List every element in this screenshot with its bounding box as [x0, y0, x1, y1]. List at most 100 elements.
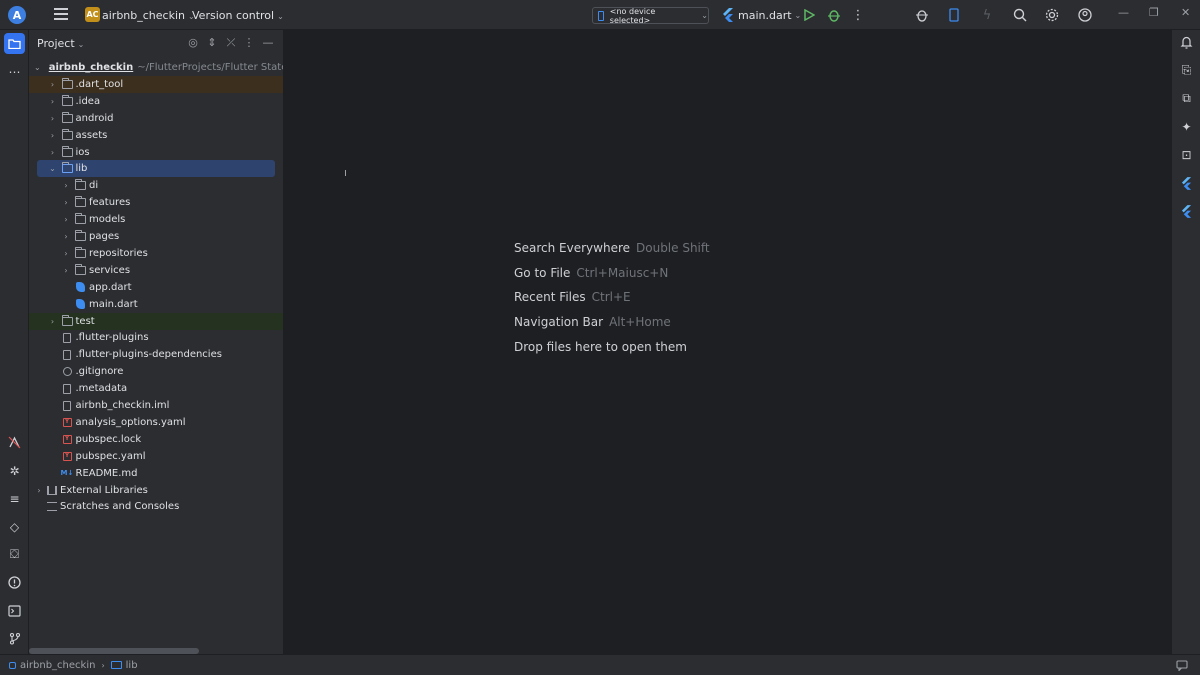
close-icon[interactable]: ✕ [1181, 6, 1190, 19]
git-branch-icon[interactable] [4, 628, 25, 649]
tree-item-test[interactable]: › test [29, 312, 283, 330]
tree-item-di[interactable]: › di [29, 177, 283, 194]
breadcrumb-project[interactable]: airbnb_checkin [20, 660, 95, 671]
run-icon[interactable] [800, 6, 818, 24]
status-message-icon[interactable] [1176, 660, 1188, 674]
tree-item-analysis-options-yaml[interactable]: Yanalysis_options.yaml [29, 414, 283, 431]
logcat-icon[interactable]: ≡ [4, 488, 25, 509]
main-menu-icon[interactable] [54, 8, 68, 22]
version-control-menu[interactable]: Version control ⌄ [192, 9, 284, 22]
chevron-right-icon[interactable]: › [61, 249, 71, 258]
app-quality-icon[interactable]: ⛋ [4, 544, 25, 565]
flutter-inspector-icon[interactable] [1178, 175, 1195, 192]
minimize-icon[interactable]: — [1118, 6, 1129, 19]
folder-icon [61, 145, 73, 157]
chevron-right-icon[interactable]: › [61, 266, 71, 275]
more-actions-icon[interactable]: ⋮ [849, 6, 867, 24]
tree-item-label: External Libraries [60, 484, 148, 496]
tree-item-assets[interactable]: › assets [29, 127, 283, 144]
tree-item-pubspec-yaml[interactable]: Ypubspec.yaml [29, 448, 283, 465]
device-mirroring-icon[interactable]: ⧉ [1178, 90, 1195, 107]
chevron-right-icon[interactable]: › [48, 97, 58, 106]
chevron-down-icon[interactable]: ⌄ [48, 164, 58, 173]
apply-changes-icon[interactable]: ϟ [978, 6, 996, 24]
module-icon [9, 661, 16, 669]
tree-item-pages[interactable]: › pages [29, 228, 283, 245]
chevron-right-icon[interactable]: › [48, 80, 58, 89]
tree-item-metadata[interactable]: .metadata [29, 380, 283, 397]
expand-all-icon[interactable]: ⇕ [205, 36, 219, 49]
collapse-all-icon[interactable]: ⤫ [224, 36, 238, 50]
tree-item-ios[interactable]: › ios [29, 144, 283, 161]
tree-item-models[interactable]: › models [29, 211, 283, 228]
search-icon[interactable] [1011, 6, 1029, 24]
layout-inspector-icon[interactable]: ⊡ [1178, 146, 1195, 163]
folder-icon [61, 111, 73, 123]
debug-icon[interactable] [825, 6, 843, 24]
device-manager-icon[interactable] [945, 6, 963, 24]
locate-file-icon[interactable]: ◎ [186, 36, 200, 49]
tree-item-scratches-and-consoles[interactable]: Scratches and Consoles [29, 498, 283, 515]
more-tools-icon[interactable]: ⋯ [4, 61, 25, 82]
tree-item-features[interactable]: › features [29, 194, 283, 211]
tree-item-flutter-plugins[interactable]: .flutter-plugins [29, 329, 283, 346]
chevron-right-icon[interactable]: › [61, 215, 71, 224]
project-tool-folder-icon[interactable] [4, 33, 25, 54]
dart-file-icon [76, 282, 85, 293]
flutter-performance-icon[interactable] [1178, 203, 1195, 220]
options-icon[interactable]: ⋮ [242, 36, 256, 49]
terminal-icon[interactable] [4, 600, 25, 621]
chevron-right-icon[interactable]: › [61, 198, 71, 207]
tree-item-android[interactable]: › android [29, 110, 283, 127]
gradle-icon[interactable]: ⎘ [1178, 62, 1195, 79]
android-studio-logo-icon[interactable]: A [8, 6, 26, 24]
tree-root-row[interactable]: ⌄ airbnb_checkin ~/FlutterProjects/Flutt… [29, 59, 283, 76]
tree-item-airbnb-checkin-iml[interactable]: airbnb_checkin.iml [29, 397, 283, 414]
tree-item-pubspec-lock[interactable]: Ypubspec.lock [29, 431, 283, 448]
chevron-right-icon[interactable]: › [34, 486, 44, 495]
editor-empty-area[interactable]: Search Everywhere Double Shift Go to File C… [285, 30, 1171, 654]
chevron-right-icon[interactable]: › [61, 181, 71, 190]
restore-icon[interactable]: ❐ [1149, 6, 1159, 19]
tree-item-services[interactable]: › services [29, 262, 283, 279]
chevron-down-icon[interactable]: ⌄ [34, 63, 41, 72]
device-explorer-icon[interactable]: ◇ [4, 516, 25, 537]
build-variants-icon[interactable]: ✲ [4, 460, 25, 481]
tree-item-gitignore[interactable]: .gitignore [29, 363, 283, 380]
tree-item-flutter-plugins-dependencies[interactable]: .flutter-plugins-dependencies [29, 346, 283, 363]
tree-item-idea[interactable]: › .idea [29, 93, 283, 110]
tree-item-repositories[interactable]: › repositories [29, 245, 283, 262]
account-icon[interactable] [1076, 6, 1094, 24]
chevron-right-icon[interactable]: › [61, 232, 71, 241]
chevron-right-icon[interactable]: › [48, 317, 58, 326]
settings-gear-icon[interactable] [1043, 6, 1061, 24]
notifications-bell-icon[interactable] [1178, 34, 1195, 51]
tree-item-label: .dart_tool [75, 78, 124, 90]
chevron-right-icon[interactable]: › [48, 114, 58, 123]
folder-icon [110, 661, 122, 669]
tree-item-app-dart[interactable]: app.dart [29, 279, 283, 296]
project-view-selector[interactable]: Project ⌄ [37, 37, 84, 50]
tree-item-label: ios [75, 146, 90, 158]
project-switcher[interactable]: airbnb_checkin ⌄ [102, 9, 195, 22]
right-tool-strip: ⎘ ⧉ ✦ ⊡ [1171, 30, 1200, 654]
hide-panel-icon[interactable]: — [261, 36, 275, 49]
breadcrumb-folder[interactable]: lib [126, 660, 138, 671]
chevron-right-icon[interactable]: › [48, 148, 58, 157]
folder-icon [75, 246, 86, 258]
chevron-right-icon[interactable]: › [48, 131, 58, 140]
tree-item-lib[interactable]: ⌄ lib [37, 160, 275, 178]
device-selector[interactable]: <no device selected> ⌄ [592, 7, 709, 25]
app-inspection-icon[interactable] [913, 6, 931, 24]
gemini-spark-icon[interactable]: ✦ [1178, 118, 1195, 135]
problems-icon[interactable] [4, 572, 25, 593]
tree-item-readme-md[interactable]: M↓ README.md [29, 465, 283, 482]
tree-item-external-libraries[interactable]: › External Libraries [29, 482, 283, 499]
folder-icon [61, 128, 73, 140]
project-badge[interactable]: AC [85, 7, 100, 22]
tree-item-main-dart[interactable]: main.dart [29, 296, 283, 313]
tree-item-dart-tool[interactable]: › .dart_tool [29, 75, 283, 93]
editor-hint: Navigation Bar Alt+Home [514, 315, 671, 329]
gemini-icon[interactable] [4, 432, 25, 453]
run-configuration-selector[interactable]: main.dart ⌄ [722, 8, 801, 22]
